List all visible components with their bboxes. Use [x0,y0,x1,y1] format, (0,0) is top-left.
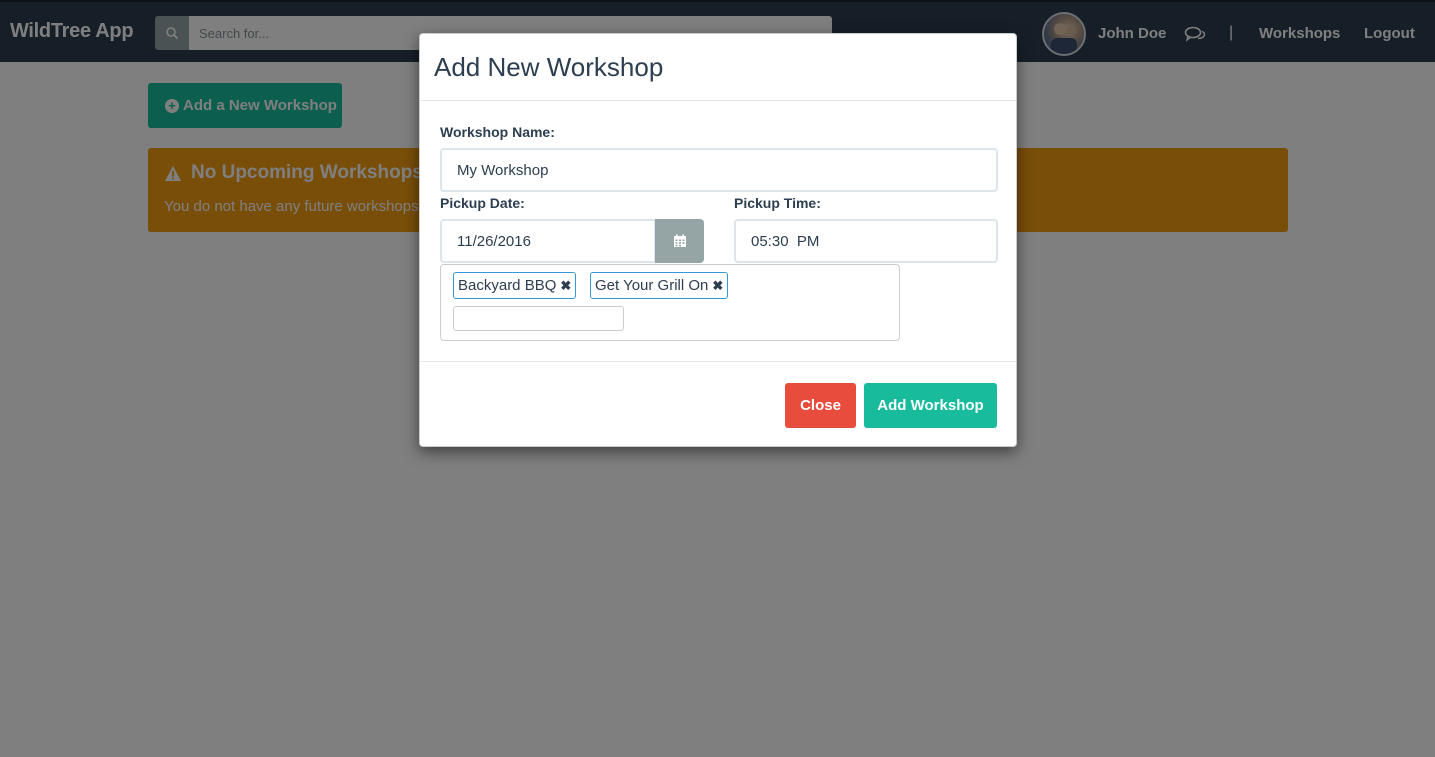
add-workshop-button[interactable]: Add Workshop [864,383,997,428]
tag-backyard-bbq: Backyard BBQ ✖ [453,272,577,299]
close-button[interactable]: Close [785,383,856,428]
recipe-tags-input[interactable]: Backyard BBQ ✖ Get Your Grill On ✖ [440,264,900,341]
remove-tag-icon[interactable]: ✖ [712,278,723,294]
pickup-time-input[interactable] [734,219,998,263]
modal-title: Add New Workshop [434,52,664,82]
modal-header: Add New Workshop [420,34,1016,101]
calendar-icon [673,234,686,247]
workshop-name-input[interactable] [440,148,998,192]
tag-label: Get Your Grill On [595,277,709,294]
workshop-name-label: Workshop Name: [440,124,555,140]
tag-get-your-grill-on: Get Your Grill On ✖ [590,272,729,299]
modal-footer: Close Add Workshop [420,361,1016,447]
pickup-date-input[interactable] [440,219,656,263]
datepicker-button[interactable] [655,219,704,263]
remove-tag-icon[interactable]: ✖ [560,278,571,294]
tag-label: Backyard BBQ [458,277,557,294]
tag-text-input[interactable] [453,306,624,331]
add-workshop-modal: Add New Workshop Workshop Name: Pickup D… [419,33,1017,447]
pickup-time-label: Pickup Time: [734,195,821,211]
pickup-date-label: Pickup Date: [440,195,525,211]
